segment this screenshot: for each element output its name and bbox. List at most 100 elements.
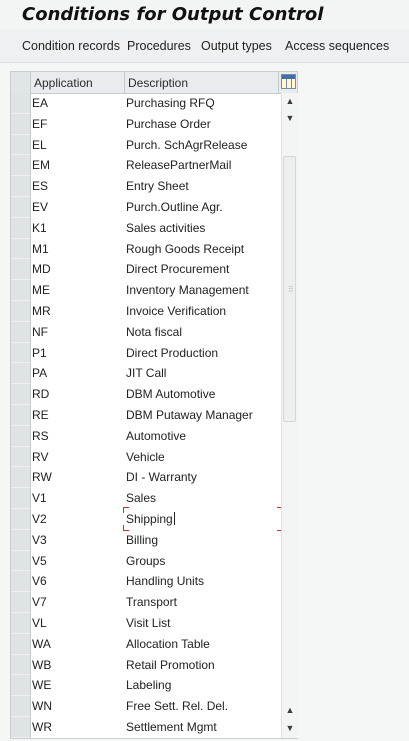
table-row[interactable]: NF Nota fiscal — [11, 321, 281, 343]
row-selector[interactable] — [11, 363, 31, 385]
cell-description[interactable]: Sales — [126, 491, 156, 505]
table-row[interactable]: V5 Groups — [11, 550, 281, 572]
vertical-scrollbar[interactable]: ▲ ▼ ⠿ ▲ ▼ — [281, 93, 298, 738]
column-header-description[interactable]: Description — [125, 72, 279, 93]
row-selector[interactable] — [11, 550, 31, 572]
cell-application[interactable]: V3 — [32, 533, 47, 547]
cell-description[interactable]: Rough Goods Receipt — [126, 242, 244, 256]
row-selector[interactable] — [11, 592, 31, 613]
cell-description[interactable]: DBM Automotive — [126, 387, 215, 401]
table-row[interactable]: ES Entry Sheet — [11, 176, 281, 197]
arrow-down-icon[interactable]: ▼ — [285, 113, 295, 123]
table-row[interactable]: RW DI - Warranty — [11, 467, 281, 489]
table-row[interactable]: WN Free Sett. Rel. Del. — [11, 696, 281, 717]
table-row[interactable]: EL Purch. SchAgrRelease — [11, 134, 281, 156]
cell-application[interactable]: V2 — [32, 512, 47, 526]
row-selector[interactable] — [11, 446, 31, 468]
arrow-up-icon[interactable]: ▲ — [285, 96, 295, 106]
row-selector[interactable] — [11, 467, 31, 489]
page-down-icon[interactable]: ▼ — [285, 723, 295, 733]
cell-description[interactable]: ReleasePartnerMail — [126, 158, 231, 172]
cell-description[interactable]: DBM Putaway Manager — [126, 408, 253, 422]
select-all-button[interactable] — [11, 72, 31, 93]
cell-description[interactable]: Billing — [126, 533, 158, 547]
table-row[interactable]: WE Labeling — [11, 675, 281, 697]
table-row[interactable]: PA JIT Call — [11, 363, 281, 385]
page-up-icon[interactable]: ▲ — [285, 705, 295, 715]
scrollbar-thumb[interactable]: ⠿ — [283, 156, 296, 422]
cell-description[interactable]: Direct Procurement — [126, 262, 229, 276]
menu-procedures[interactable]: Procedures — [127, 39, 191, 53]
table-row[interactable]: V1 Sales — [11, 488, 281, 509]
table-row[interactable]: MD Direct Procurement — [11, 259, 281, 281]
cell-description[interactable]: Purchase Order — [126, 117, 211, 131]
row-selector[interactable] — [11, 300, 31, 322]
cell-description[interactable]: Direct Production — [126, 346, 218, 360]
cell-application[interactable]: EA — [32, 96, 48, 110]
menu-condition-records[interactable]: Condition records — [22, 39, 120, 53]
cell-description[interactable]: Retail Promotion — [126, 658, 215, 672]
row-selector[interactable] — [11, 280, 31, 301]
table-row[interactable]: RD DBM Automotive — [11, 384, 281, 405]
row-selector[interactable] — [11, 384, 31, 405]
row-selector[interactable] — [11, 716, 31, 738]
cell-application[interactable]: PA — [32, 366, 47, 380]
row-selector[interactable] — [11, 321, 31, 343]
cell-application[interactable]: EM — [32, 158, 50, 172]
table-row[interactable]: V2 Shipping — [11, 508, 281, 530]
row-selector[interactable] — [11, 654, 31, 676]
row-selector[interactable] — [11, 176, 31, 197]
row-selector[interactable] — [11, 196, 31, 218]
table-row[interactable]: WB Retail Promotion — [11, 654, 281, 676]
table-row[interactable]: P1 Direct Production — [11, 342, 281, 364]
table-row[interactable]: EV Purch.Outline Agr. — [11, 196, 281, 218]
cell-description[interactable]: Nota fiscal — [126, 325, 182, 339]
cell-application[interactable]: V1 — [32, 491, 47, 505]
row-selector[interactable] — [11, 93, 31, 114]
table-row[interactable]: EF Purchase Order — [11, 113, 281, 135]
cell-description[interactable]: Transport — [126, 595, 177, 609]
cell-application[interactable]: NF — [32, 325, 48, 339]
row-selector[interactable] — [11, 612, 31, 634]
row-selector[interactable] — [11, 155, 31, 177]
cell-application[interactable]: VL — [32, 616, 47, 630]
cell-description[interactable]: DI - Warranty — [126, 470, 197, 484]
table-row[interactable]: RV Vehicle — [11, 446, 281, 468]
table-row[interactable]: VL Visit List — [11, 612, 281, 634]
row-selector[interactable] — [11, 342, 31, 364]
table-row[interactable]: M1 Rough Goods Receipt — [11, 238, 281, 260]
cell-application[interactable]: WN — [32, 699, 52, 713]
cell-application[interactable]: EL — [32, 138, 47, 152]
cell-application[interactable]: K1 — [32, 221, 47, 235]
cell-application[interactable]: WE — [32, 678, 51, 692]
row-selector[interactable] — [11, 259, 31, 281]
cell-application[interactable]: P1 — [32, 346, 47, 360]
cell-application[interactable]: ES — [32, 179, 48, 193]
cell-application[interactable]: RD — [32, 387, 49, 401]
row-selector[interactable] — [11, 404, 31, 426]
cell-description[interactable]: Settlement Mgmt — [126, 720, 217, 734]
menu-access-sequences[interactable]: Access sequences — [285, 39, 389, 53]
table-row[interactable]: RE DBM Putaway Manager — [11, 404, 281, 426]
table-row[interactable]: WA Allocation Table — [11, 633, 281, 655]
cell-description[interactable]: Purch. SchAgrRelease — [126, 138, 247, 152]
cell-description[interactable]: Free Sett. Rel. Del. — [126, 699, 228, 713]
cell-description[interactable]: Vehicle — [126, 450, 165, 464]
cell-application[interactable]: V7 — [32, 595, 47, 609]
row-selector[interactable] — [11, 113, 31, 135]
row-selector[interactable] — [11, 488, 31, 509]
table-row[interactable]: V7 Transport — [11, 592, 281, 613]
cell-application[interactable]: V5 — [32, 554, 47, 568]
row-selector[interactable] — [11, 238, 31, 260]
cell-description[interactable]: Invoice Verification — [126, 304, 226, 318]
row-selector[interactable] — [11, 508, 31, 530]
table-row[interactable]: RS Automotive — [11, 425, 281, 447]
row-selector[interactable] — [11, 529, 31, 551]
cell-application[interactable]: RW — [32, 470, 52, 484]
table-row[interactable]: V6 Handling Units — [11, 571, 281, 593]
cell-application[interactable]: RE — [32, 408, 49, 422]
cell-application[interactable]: RV — [32, 450, 48, 464]
cell-application[interactable]: V6 — [32, 574, 47, 588]
row-selector[interactable] — [11, 633, 31, 655]
column-header-application[interactable]: Application — [31, 72, 125, 93]
